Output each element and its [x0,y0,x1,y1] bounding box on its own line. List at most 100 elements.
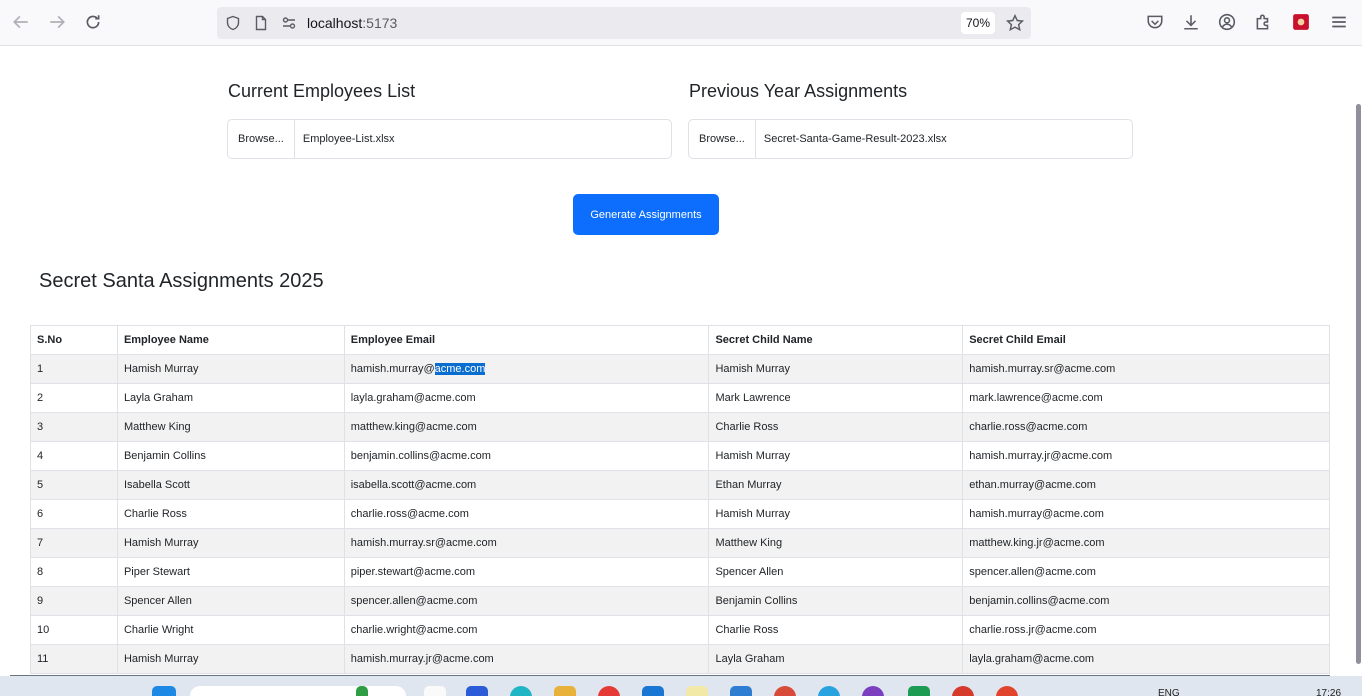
cell-employee-name: Matthew King [116,412,345,442]
employees-section-title: Current Employees List [228,81,416,101]
email-text: hamish.murray@ [350,363,435,375]
table-row: 3 Matthew King matthew.king@acme.com Charli… [30,412,1330,442]
cell-employee-name: Layla Graham [116,383,345,413]
cell-child-name: Hamish Murray [708,441,964,471]
taskbar-app-icon[interactable] [686,686,708,696]
taskbar-clock[interactable]: 17:26 [1316,688,1341,696]
cell-child-name: Matthew King [708,528,964,558]
taskbar-app-icon[interactable] [356,686,368,696]
cell-employee-email: spencer.allen@acme.com [343,586,710,616]
cell-sno: 3 [30,412,118,442]
table-body: 1 Hamish Murray hamish.murray@acme.com Hami… [30,354,1330,674]
previous-file-name: Secret-Santa-Game-Result-2023.xlsx [763,133,947,145]
table-header-row: S.No Employee Name Employee Email Secret… [30,325,1330,355]
taskbar-app-icon[interactable] [908,686,930,696]
cell-child-email: mark.lawrence@acme.com [962,383,1330,413]
cell-child-email: layla.graham@acme.com [962,644,1330,674]
forward-icon[interactable] [46,11,68,33]
cell-sno: 8 [30,557,118,587]
column-header-sno: S.No [30,325,118,355]
cell-sno: 5 [30,470,118,500]
cell-sno: 4 [30,441,118,471]
page-scrollbar[interactable] [1356,104,1361,664]
menu-icon[interactable] [1328,11,1350,33]
cell-child-email: hamish.murray.jr@acme.com [962,441,1330,471]
cell-employee-email: hamish.murray@acme.com [343,354,710,384]
taskbar-app-icon[interactable] [996,686,1018,696]
cell-employee-name: Piper Stewart [116,557,345,587]
previous-browse-button[interactable]: Browse... [689,120,756,158]
column-header-child-email: Secret Child Email [962,325,1330,355]
url-port: :5173 [362,15,398,31]
table-row: 7 Hamish Murray hamish.murray.sr@acme.com M… [30,528,1330,558]
cell-child-name: Spencer Allen [708,557,964,587]
cell-employee-name: Spencer Allen [116,586,345,616]
cell-child-email: charlie.ross@acme.com [962,412,1330,442]
cell-employee-name: Hamish Murray [116,528,345,558]
cell-employee-name: Hamish Murray [116,644,345,674]
cell-employee-email: hamish.murray.sr@acme.com [343,528,710,558]
cell-employee-email: piper.stewart@acme.com [343,557,710,587]
table-row: 2 Layla Graham layla.graham@acme.com Mark L… [30,383,1330,413]
cell-sno: 10 [30,615,118,645]
taskbar-app-icon[interactable] [730,686,752,696]
column-header-child-name: Secret Child Name [708,325,964,355]
cell-child-email: spencer.allen@acme.com [962,557,1330,587]
taskbar-language[interactable]: ENG [1158,688,1180,696]
taskbar-app-icon[interactable] [598,686,620,696]
extensions-icon[interactable] [1252,11,1274,33]
taskbar-app-icon[interactable] [554,686,576,696]
taskbar-app-icon[interactable] [952,686,974,696]
table-row: 9 Spencer Allen spencer.allen@acme.com Benj… [30,586,1330,616]
page-content: Current Employees List Browse... Employe… [0,46,1362,677]
cell-child-email: charlie.ross.jr@acme.com [962,615,1330,645]
taskbar-app-icon[interactable] [510,686,532,696]
taskbar-app-icon[interactable] [642,686,664,696]
url-text[interactable]: localhost:5173 [307,15,397,31]
reload-icon[interactable] [82,11,104,33]
download-icon[interactable] [1180,11,1202,33]
taskbar-app-icon[interactable] [774,686,796,696]
taskbar-app-icon[interactable] [466,686,488,696]
employees-file-input[interactable]: Browse... Employee-List.xlsx [227,119,672,159]
url-bar[interactable]: localhost:5173 70% [217,7,1031,39]
start-icon[interactable] [152,686,176,696]
star-icon[interactable] [1005,13,1025,32]
cell-employee-name: Isabella Scott [116,470,345,500]
cell-employee-email: isabella.scott@acme.com [343,470,710,500]
page-icon[interactable] [253,15,269,31]
taskbar-app-icon[interactable] [862,686,884,696]
cell-employee-name: Hamish Murray [116,354,345,384]
cell-child-email: ethan.murray@acme.com [962,470,1330,500]
previous-file-input[interactable]: Browse... Secret-Santa-Game-Result-2023.… [688,119,1133,159]
pocket-icon[interactable] [1144,11,1166,33]
cell-child-name: Mark Lawrence [708,383,964,413]
cell-sno: 1 [30,354,118,384]
table-row: 8 Piper Stewart piper.stewart@acme.com Spen… [30,557,1330,587]
cell-sno: 11 [30,644,118,674]
cell-sno: 6 [30,499,118,529]
cell-child-name: Charlie Ross [708,412,964,442]
shield-icon[interactable] [225,15,241,31]
previous-section-title: Previous Year Assignments [689,81,908,101]
results-title: Secret Santa Assignments 2025 [39,270,324,292]
taskbar-app-icon[interactable] [818,686,840,696]
table-row: 11 Hamish Murray hamish.murray.jr@acme.com… [30,644,1330,674]
selected-text: acme.com [434,363,486,375]
table-row: 10 Charlie Wright charlie.wright@acme.com C… [30,615,1330,645]
url-host: localhost [307,15,363,31]
permissions-icon[interactable] [281,15,297,31]
zoom-indicator[interactable]: 70% [961,12,995,34]
cell-sno: 9 [30,586,118,616]
cell-employee-name: Charlie Ross [116,499,345,529]
cell-employee-email: charlie.wright@acme.com [343,615,710,645]
column-header-employee-email: Employee Email [343,325,710,355]
account-icon[interactable] [1216,11,1238,33]
table-row: 5 Isabella Scott isabella.scott@acme.com Et… [30,470,1330,500]
back-icon[interactable] [10,11,32,33]
taskbar-app-icon[interactable] [424,686,446,696]
employees-browse-button[interactable]: Browse... [228,120,295,158]
taskbar-search-box[interactable] [190,686,406,696]
addon-icon[interactable] [1290,11,1312,33]
generate-assignments-button[interactable]: Generate Assignments [573,194,719,235]
